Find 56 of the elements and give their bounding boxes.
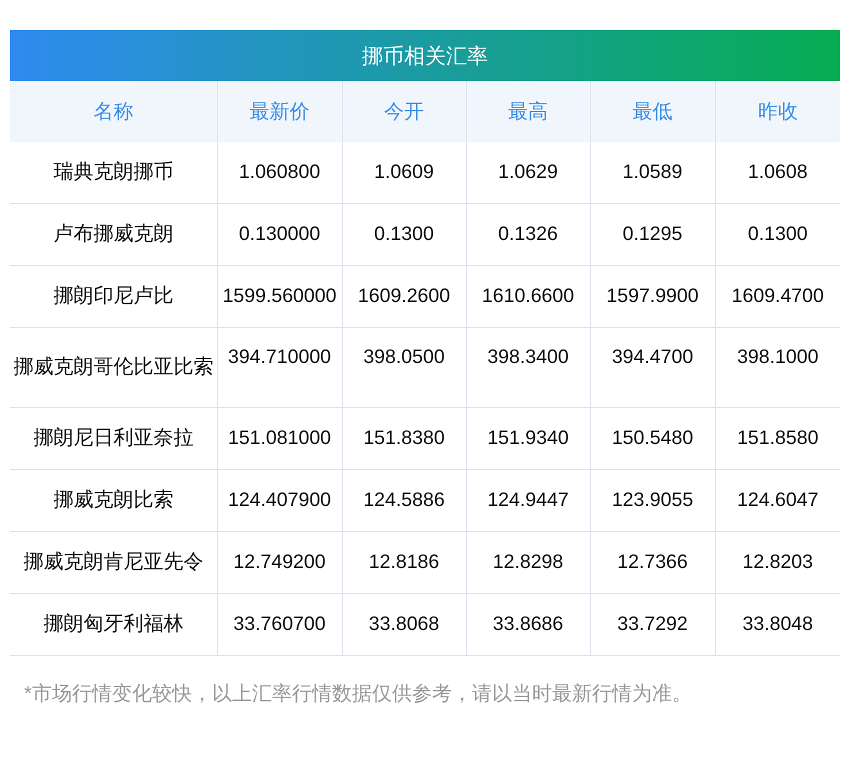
table-cell: 398.0500 [342,328,466,408]
table-cell: 1610.6600 [466,266,590,328]
disclaimer-note: *市场行情变化较快，以上汇率行情数据仅供参考，请以当时最新行情为准。 [23,682,693,707]
table-cell: 398.3400 [466,328,590,408]
column-header: 最高 [466,81,590,142]
table-cell: 394.710000 [217,328,342,408]
table-cell: 1609.2600 [342,266,466,328]
table-cell: 12.8186 [342,532,466,594]
column-header: 最低 [590,81,715,142]
table-cell: 33.760700 [217,594,342,656]
table-cell: 124.6047 [715,470,840,532]
table-title: 挪币相关汇率 [10,30,840,81]
column-header: 最新价 [217,81,342,142]
column-header: 昨收 [715,81,840,142]
table-cell: 123.9055 [590,470,715,532]
table-cell: 0.1300 [715,204,840,266]
table-cell: 12.749200 [217,532,342,594]
table-cell: 1597.9900 [590,266,715,328]
table-cell: 398.1000 [715,328,840,408]
table-cell: 挪朗印尼卢比 [10,266,217,328]
table-cell: 0.1300 [342,204,466,266]
column-header: 名称 [10,81,217,142]
table-cell: 12.8203 [715,532,840,594]
table-cell: 151.8580 [715,408,840,470]
table-cell: 挪朗匈牙利福林 [10,594,217,656]
table-cell: 1.060800 [217,142,342,204]
table-cell: 124.5886 [342,470,466,532]
table-cell: 1.0609 [342,142,466,204]
table-cell: 挪威克朗肯尼亚先令 [10,532,217,594]
table-cell: 394.4700 [590,328,715,408]
table-cell: 瑞典克朗挪币 [10,142,217,204]
table-cell: 124.407900 [217,470,342,532]
table-cell: 挪威克朗比索 [10,470,217,532]
column-header: 今开 [342,81,466,142]
table-cell: 151.8380 [342,408,466,470]
table-cell: 1.0629 [466,142,590,204]
table-cell: 挪威克朗哥伦比亚比索 [10,328,217,408]
table-cell: 12.7366 [590,532,715,594]
table-cell: 卢布挪威克朗 [10,204,217,266]
table-cell: 1599.560000 [217,266,342,328]
table-cell: 151.081000 [217,408,342,470]
table-cell: 33.8686 [466,594,590,656]
table-cell: 151.9340 [466,408,590,470]
table-cell: 124.9447 [466,470,590,532]
table-cell: 0.1295 [590,204,715,266]
table-cell: 0.130000 [217,204,342,266]
table-cell: 1.0608 [715,142,840,204]
table-cell: 12.8298 [466,532,590,594]
table-cell: 1609.4700 [715,266,840,328]
table-cell: 0.1326 [466,204,590,266]
table-cell: 1.0589 [590,142,715,204]
table-cell: 33.8048 [715,594,840,656]
table-cell: 33.7292 [590,594,715,656]
table-cell: 150.5480 [590,408,715,470]
table-cell: 33.8068 [342,594,466,656]
table-cell: 挪朗尼日利亚奈拉 [10,408,217,470]
